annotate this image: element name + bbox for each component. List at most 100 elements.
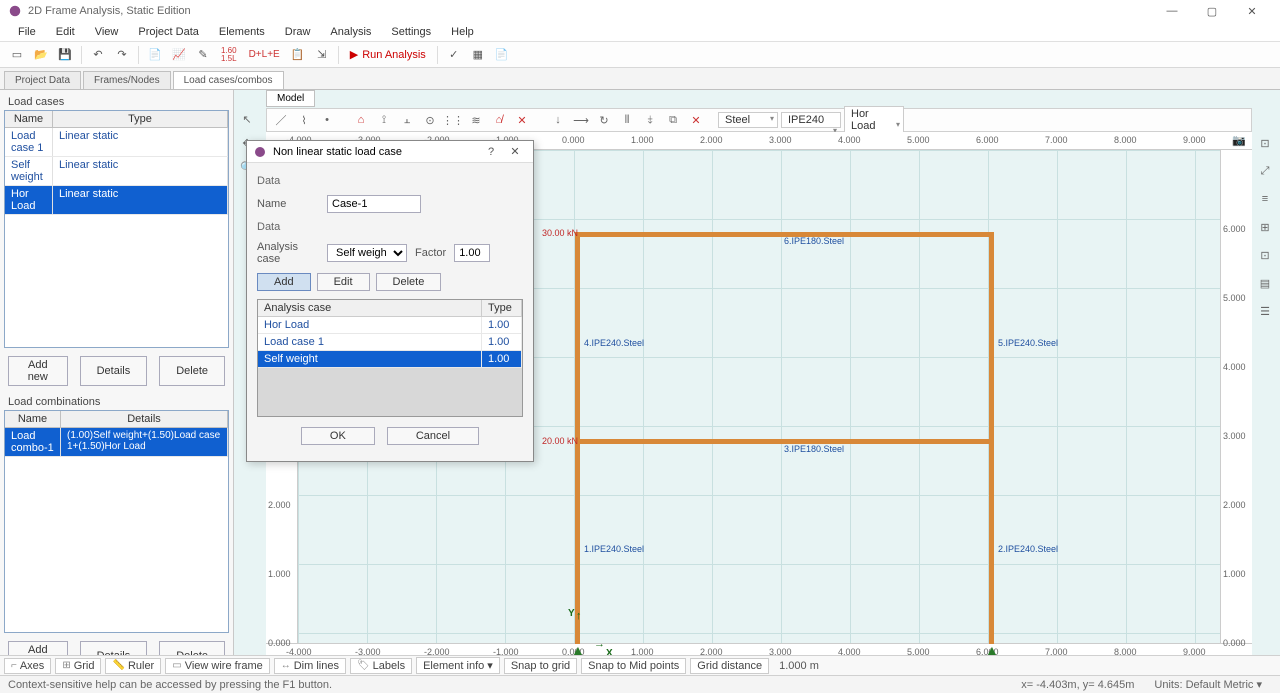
camera-icon[interactable]: 📷: [1232, 134, 1246, 147]
grid-toggle[interactable]: ⊞Grid: [55, 658, 101, 674]
support-fixed-icon[interactable]: ⫠: [397, 110, 417, 130]
details-button[interactable]: Details: [80, 356, 148, 386]
wireframe-toggle[interactable]: ▭View wire frame: [165, 658, 270, 674]
element-info-select[interactable]: Element info ▾: [416, 657, 500, 674]
section-select[interactable]: IPE240: [781, 112, 841, 128]
delete-button[interactable]: Delete: [159, 356, 225, 386]
help-button[interactable]: ?: [479, 146, 503, 158]
add-button[interactable]: Add: [257, 273, 311, 291]
edit-button[interactable]: Edit: [317, 273, 370, 291]
loadcase-select[interactable]: Hor Load: [844, 106, 904, 134]
table-icon[interactable]: ▦: [467, 44, 489, 66]
grid-distance-button[interactable]: Grid distance: [690, 658, 769, 674]
draw-poly-icon[interactable]: ⌇: [294, 110, 314, 130]
model-tab[interactable]: Model: [266, 90, 315, 107]
temp-load-icon[interactable]: ⫴: [617, 110, 637, 130]
menu-view[interactable]: View: [85, 24, 129, 40]
analysis-cases-table[interactable]: Analysis case Type Hor Load1.00 Load cas…: [257, 299, 523, 417]
snap-mid-toggle[interactable]: Snap to Mid points: [581, 658, 686, 674]
page-icon[interactable]: 📄: [491, 44, 513, 66]
table-row[interactable]: Load case 1Linear static: [5, 128, 228, 157]
props-icon[interactable]: ▤: [1254, 272, 1276, 294]
doc-icon[interactable]: 📋: [287, 44, 309, 66]
hinge-icon[interactable]: ⊙: [420, 110, 440, 130]
analysis-case-select[interactable]: Self weight: [327, 244, 407, 262]
grid-icon[interactable]: ⊞: [1254, 216, 1276, 238]
tab-load-cases[interactable]: Load cases/combos: [173, 71, 284, 89]
open-icon[interactable]: 📂: [30, 44, 52, 66]
menu-analysis[interactable]: Analysis: [320, 24, 381, 40]
close-icon[interactable]: ✕: [503, 145, 527, 158]
table-row[interactable]: Hor Load1.00: [258, 317, 522, 334]
loadcases-table[interactable]: Name Type Load case 1Linear static Self …: [4, 110, 229, 348]
filter-icon[interactable]: ✓: [443, 44, 465, 66]
layers-icon[interactable]: ≡: [1254, 188, 1276, 210]
run-analysis-button[interactable]: ▶ Run Analysis: [344, 48, 432, 61]
tab-frames-nodes[interactable]: Frames/Nodes: [83, 71, 171, 89]
support-roller-icon[interactable]: ⟟: [374, 110, 394, 130]
design-icon[interactable]: ✎: [192, 44, 214, 66]
new-icon[interactable]: ▭: [6, 44, 28, 66]
release-icon[interactable]: ⋮⋮: [443, 110, 463, 130]
extent-icon[interactable]: ⤢: [1254, 160, 1276, 182]
close-button[interactable]: ✕: [1232, 0, 1272, 22]
table-row[interactable]: Self weight1.00: [258, 351, 522, 368]
delete-case-button[interactable]: Delete: [376, 273, 442, 291]
menu-file[interactable]: File: [8, 24, 46, 40]
units-select[interactable]: Units: Default Metric ▾: [1144, 678, 1272, 691]
list-icon[interactable]: ☰: [1254, 300, 1276, 322]
combos-table[interactable]: Name Details Load combo-1(1.00)Self weig…: [4, 410, 229, 633]
view-icon[interactable]: ⊡: [1254, 132, 1276, 154]
copy-load-icon[interactable]: ⧉: [663, 110, 683, 130]
point-load-icon[interactable]: ↓: [548, 110, 568, 130]
name-input[interactable]: [327, 195, 421, 213]
element-label: 2.IPE240.Steel: [998, 544, 1058, 554]
snap-grid-toggle[interactable]: Snap to grid: [504, 658, 577, 674]
minimize-button[interactable]: —: [1152, 0, 1192, 22]
dist-load-icon[interactable]: ⟶: [571, 110, 591, 130]
save-icon[interactable]: 💾: [54, 44, 76, 66]
undo-icon[interactable]: ↶: [87, 44, 109, 66]
maximize-button[interactable]: ▢: [1192, 0, 1232, 22]
frame-element[interactable]: [989, 232, 994, 644]
redo-icon[interactable]: ↷: [111, 44, 133, 66]
table-row[interactable]: Load case 11.00: [258, 334, 522, 351]
ruler-toggle[interactable]: 📏Ruler: [105, 658, 161, 674]
labels-toggle[interactable]: 🏷Labels: [350, 658, 412, 674]
menu-draw[interactable]: Draw: [275, 24, 321, 40]
tab-project-data[interactable]: Project Data: [4, 71, 81, 89]
dimlines-toggle[interactable]: ↔Dim lines: [274, 658, 346, 674]
export-icon[interactable]: ⇲: [311, 44, 333, 66]
menu-elements[interactable]: Elements: [209, 24, 275, 40]
chart-icon[interactable]: 📈: [168, 44, 190, 66]
copy-support-icon[interactable]: ⌂̸: [489, 110, 509, 130]
factor-input[interactable]: [454, 244, 490, 262]
table-row[interactable]: Self weightLinear static: [5, 157, 228, 186]
table-row[interactable]: Load combo-1(1.00)Self weight+(1.50)Load…: [5, 428, 228, 457]
spring-icon[interactable]: ≋: [466, 110, 486, 130]
table-row[interactable]: Hor LoadLinear static: [5, 186, 228, 215]
axes-toggle[interactable]: ⌐Axes: [4, 658, 51, 674]
menu-edit[interactable]: Edit: [46, 24, 85, 40]
cancel-button[interactable]: Cancel: [387, 427, 479, 445]
material-select[interactable]: Steel: [718, 112, 778, 128]
run-label: Run Analysis: [362, 49, 426, 61]
cursor-icon[interactable]: ↖: [236, 108, 258, 130]
settle-icon[interactable]: ⤈: [640, 110, 660, 130]
report-icon[interactable]: 📄: [144, 44, 166, 66]
draw-line-icon[interactable]: ／: [271, 110, 291, 130]
delete-load-icon[interactable]: ✕: [686, 110, 706, 130]
node-icon[interactable]: •: [317, 110, 337, 130]
support-pin-icon[interactable]: ⌂: [351, 110, 371, 130]
add-new-button[interactable]: Add new: [8, 356, 68, 386]
menu-settings[interactable]: Settings: [381, 24, 441, 40]
menu-project-data[interactable]: Project Data: [128, 24, 209, 40]
snap-icon[interactable]: ⊡: [1254, 244, 1276, 266]
menu-help[interactable]: Help: [441, 24, 484, 40]
ratio-button[interactable]: 1.60 1.5L: [216, 44, 242, 66]
ok-button[interactable]: OK: [301, 427, 375, 445]
data-section-2: Data: [257, 217, 523, 237]
moment-icon[interactable]: ↻: [594, 110, 614, 130]
dll-button[interactable]: D+L+E: [244, 44, 285, 66]
delete-support-icon[interactable]: ✕: [512, 110, 532, 130]
